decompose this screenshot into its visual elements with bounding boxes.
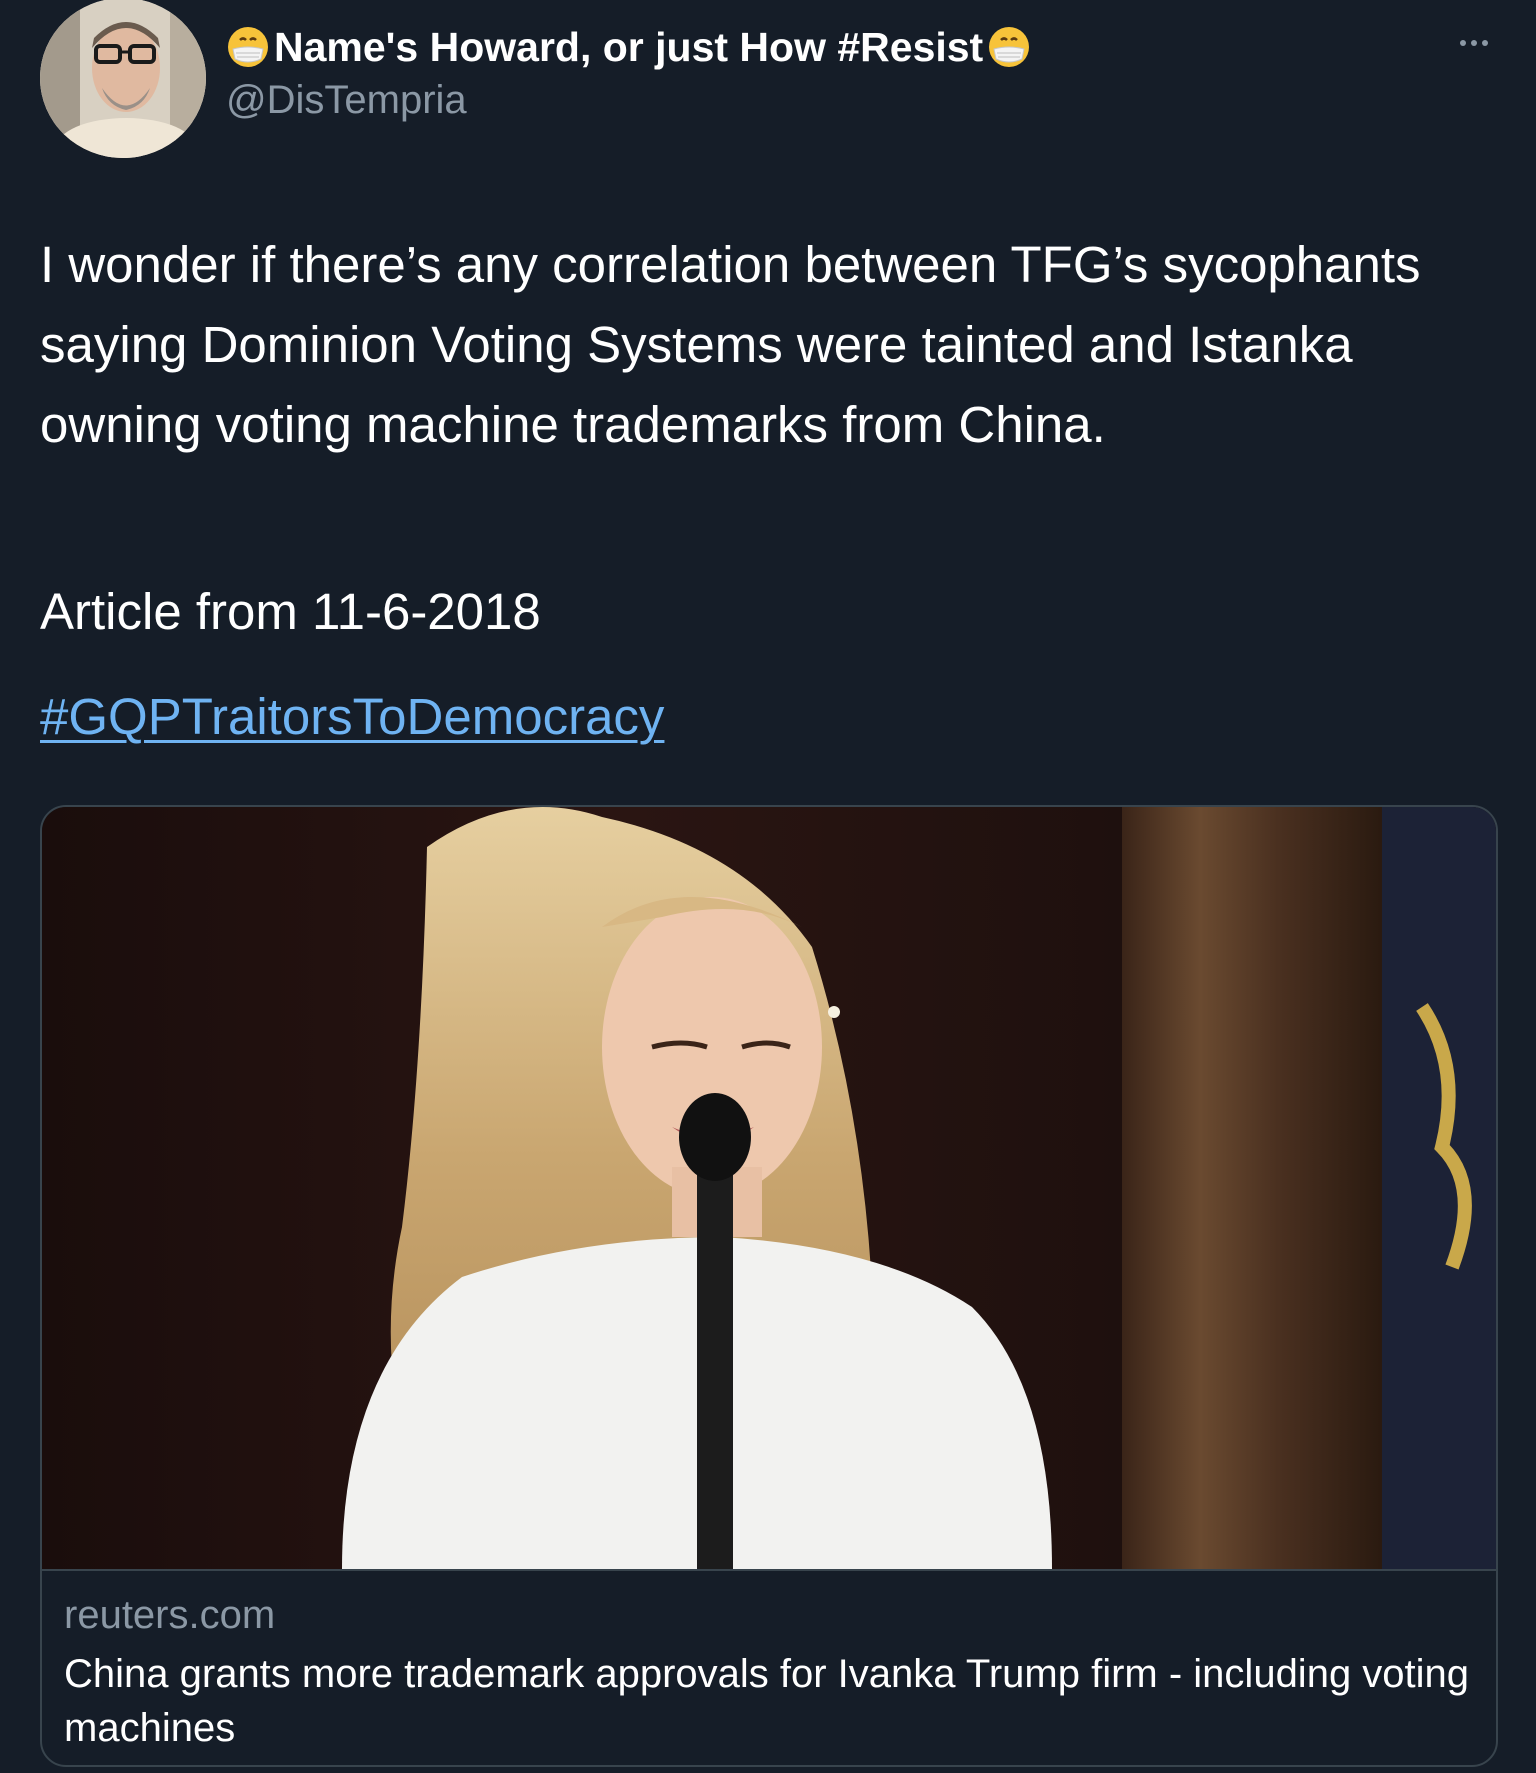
author-display-name: Name's Howard, or just How #Resist xyxy=(274,23,984,70)
tweet: Name's Howard, or just How #Resist @DisT… xyxy=(0,0,1536,1773)
avatar[interactable] xyxy=(40,0,206,158)
face-with-medical-mask-icon xyxy=(987,25,1031,69)
face-with-medical-mask-icon xyxy=(226,25,270,69)
more-options-icon[interactable] xyxy=(1452,28,1496,58)
link-preview-image xyxy=(42,807,1496,1569)
hashtag-link[interactable]: #GQPTraitorsToDemocracy xyxy=(40,680,664,754)
tweet-body: I wonder if there’s any correlation betw… xyxy=(40,236,1421,453)
tweet-article-line: Article from 11-6-2018 xyxy=(40,583,541,640)
author-handle[interactable]: @DisTempria xyxy=(226,78,467,123)
link-card-domain: reuters.com xyxy=(64,1593,276,1637)
tweet-text: I wonder if there’s any correlation betw… xyxy=(40,225,1500,465)
link-card-title: China grants more trademark approvals fo… xyxy=(64,1652,1470,1750)
author-name-row[interactable]: Name's Howard, or just How #Resist xyxy=(226,20,1031,74)
link-preview-card[interactable]: reuters.com China grants more trademark … xyxy=(40,805,1498,1767)
link-card-divider xyxy=(42,1569,1496,1571)
